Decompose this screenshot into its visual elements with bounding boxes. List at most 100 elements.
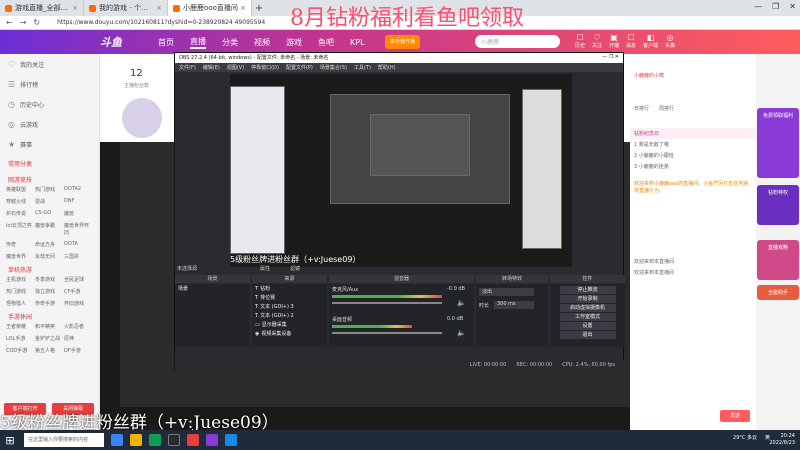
sidebar-item-ranking[interactable]: ☰ 排行榜 [0, 74, 99, 94]
source-item[interactable]: T 文本 (GDI+) 2 [252, 311, 327, 320]
category-link[interactable]: 金铲铲之战 [35, 335, 64, 342]
obs-menu-tools[interactable]: 工具(T) [354, 64, 371, 71]
category-link[interactable]: 第五人格 [35, 347, 64, 354]
start-recording-button[interactable]: 开始录制 [559, 295, 616, 303]
file-explorer-icon[interactable] [130, 434, 142, 446]
category-link[interactable]: DNF [64, 198, 93, 205]
obs-menu-docks[interactable]: 停靠窗口(D) [251, 64, 279, 71]
close-tab-icon[interactable]: × [156, 4, 162, 12]
obs-preview[interactable]: 5级粉丝牌进粉丝群（+v:Juese09） [230, 74, 572, 267]
obs-menu-help[interactable]: 帮助(H) [378, 64, 396, 71]
browser-tab-3[interactable]: 小鹿鹿ooo直播间 × [168, 0, 252, 16]
category-link[interactable]: 炉石传说 [6, 210, 35, 217]
category-link[interactable]: 冬季游戏 [35, 276, 64, 283]
category-link[interactable]: 主机游戏 [6, 276, 35, 283]
category-link[interactable]: DF手游 [64, 347, 93, 354]
browser-tab-1[interactable]: 游戏直播_全部游戏直播_斗鱼直...× [0, 0, 84, 16]
category-link[interactable]: 逆战 [35, 198, 64, 205]
scene-item[interactable]: 场景 [175, 284, 250, 293]
volume-slider[interactable] [332, 332, 442, 334]
chat-header-user[interactable]: 小鹿鹿的小窝 [630, 54, 756, 81]
category-link[interactable]: 全民足球 [64, 276, 93, 283]
forward-icon[interactable]: → [20, 18, 27, 27]
tab-weekly-rank[interactable]: 周排行 [659, 105, 674, 112]
taskbar-search[interactable]: 在这里输入你要搜索的内容 [24, 433, 104, 447]
obs-menu-scene-collection[interactable]: 场景集合(S) [320, 64, 347, 71]
promo-banner-2[interactable]: 钻粉特权 [757, 185, 799, 225]
category-link[interactable]: 传奇 [6, 241, 35, 248]
source-item[interactable]: T 钻粉 [252, 284, 327, 293]
transition-select[interactable]: 淡出 [479, 288, 534, 296]
message-button[interactable]: ☐ 消息 [626, 33, 636, 49]
source-item[interactable]: ▭ 显示器采集 [252, 320, 327, 329]
close-window-button[interactable]: ✕ [789, 2, 796, 11]
client-button[interactable]: ◧ 客户端 [643, 33, 658, 49]
url-field[interactable]: https://www.douyu.com/102160811?dyshid=0… [57, 19, 265, 26]
history-button[interactable]: ☐ 历史 [575, 33, 585, 49]
category-link[interactable]: 魔兽世界怀旧 [64, 222, 93, 236]
obs-menu-view[interactable]: 视图(V) [227, 64, 244, 71]
category-link[interactable]: 魔兽争霸 [35, 222, 64, 236]
windows-start-icon[interactable]: ⊞ [0, 434, 20, 447]
promo-banner-1[interactable]: 免费领取福利 [757, 108, 799, 178]
category-link[interactable]: 独立游戏 [35, 288, 64, 295]
nav-kpl[interactable]: KPL [350, 38, 365, 47]
obs-menu-profile[interactable]: 配置文件(P) [286, 64, 313, 71]
category-link[interactable]: 和平精英 [35, 323, 64, 330]
category-link[interactable]: 永劫无间 [35, 253, 64, 260]
nav-home[interactable]: 首页 [158, 37, 174, 48]
category-link[interactable]: LOL手游 [6, 335, 35, 342]
obs-menu-edit[interactable]: 编辑(E) [203, 64, 220, 71]
sidebar-item-history[interactable]: ◷ 历史中心 [0, 94, 99, 114]
browser-tab-2[interactable]: 我的游戏 - 个人中心 - 斗鱼× [84, 0, 168, 16]
douyu-logo[interactable]: 斗鱼 [100, 34, 150, 50]
category-link[interactable]: 火影忍者 [64, 323, 93, 330]
app-icon[interactable] [225, 434, 237, 446]
category-link[interactable]: 穿越火线 [6, 198, 35, 205]
category-link[interactable]: 传奇手游 [35, 300, 64, 307]
promo-banner-4[interactable]: 全能助手 [757, 285, 799, 300]
obs-menu-file[interactable]: 文件(F) [179, 64, 196, 71]
category-link[interactable]: lol云顶之弈 [6, 222, 35, 236]
broadcast-button[interactable]: ▣ 开播 [609, 33, 619, 49]
nav-live[interactable]: 直播 [190, 36, 206, 49]
weather[interactable]: 29°C 多云 [733, 434, 757, 441]
nav-video[interactable]: 视频 [254, 37, 270, 48]
category-link[interactable]: 怀旧游戏 [64, 300, 93, 307]
obs-window-controls[interactable]: — ❐ ✕ [602, 54, 619, 62]
category-link[interactable]: 热门游戏 [6, 288, 35, 295]
app-icon[interactable] [206, 434, 218, 446]
nav-category[interactable]: 分类 [222, 37, 238, 48]
follow-button[interactable]: ♡ 关注 [592, 33, 602, 49]
new-tab-button[interactable]: + [252, 3, 266, 14]
start-stream-button[interactable]: 来听我开播 [385, 35, 420, 49]
virtual-camera-button[interactable]: 启动虚拟摄像机 [559, 304, 616, 312]
search-input[interactable]: 小鹿鹿 [475, 35, 560, 48]
stop-streaming-button[interactable]: 停止推流 [559, 286, 616, 294]
category-link[interactable]: 魔兽世界 [6, 253, 35, 260]
speaker-icon[interactable]: 🔈 [457, 329, 466, 337]
settings-button[interactable]: 设置 [559, 322, 616, 330]
sidebar-item-follow[interactable]: ♡ 我的关注 [0, 54, 99, 74]
category-link[interactable]: 怪物猎人 [6, 300, 35, 307]
refresh-icon[interactable]: ↻ [33, 18, 40, 27]
promo-banner-3[interactable]: 直播攻略 [757, 240, 799, 280]
close-tab-icon[interactable]: × [72, 4, 78, 12]
clock[interactable]: 20:24 2022/8/23 [769, 433, 795, 447]
category-link[interactable]: 原神 [64, 335, 93, 342]
exit-button[interactable]: 退出 [559, 331, 616, 339]
category-link[interactable]: 魔兽 [64, 210, 93, 217]
properties-button[interactable]: 属性 [260, 265, 270, 272]
send-button[interactable]: 发送 [720, 410, 750, 422]
app-icon[interactable] [187, 434, 199, 446]
obs-icon[interactable] [168, 434, 180, 446]
duration-field[interactable]: 300 ms [494, 301, 534, 309]
maximize-button[interactable]: ❐ [772, 2, 779, 11]
category-link[interactable]: CF手游 [64, 288, 93, 295]
category-link[interactable]: 三国杀 [64, 253, 93, 260]
category-link[interactable]: 热门游戏 [35, 186, 64, 193]
tab-daily-rank[interactable]: 日排行 [634, 105, 649, 112]
close-tab-icon[interactable]: × [240, 4, 246, 12]
source-item[interactable]: T 排位赛 [252, 293, 327, 302]
browser-icon[interactable] [111, 434, 123, 446]
